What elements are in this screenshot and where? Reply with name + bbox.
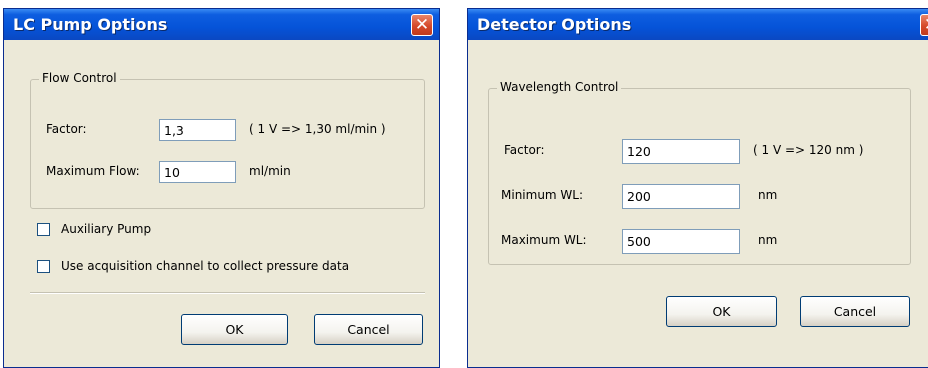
lc-pump-title: LC Pump Options [13,15,168,34]
max-flow-label: Maximum Flow: [46,164,140,178]
lc-factor-hint: ( 1 V => 1,30 ml/min ) [249,122,386,136]
lc-pump-options-dialog: LC Pump Options ✕ Flow Control Factor: (… [3,8,440,368]
detector-options-dialog: Detector Options ✕ Wavelength Control Fa… [467,8,928,368]
lc-factor-label: Factor: [46,122,87,136]
detector-close-button[interactable]: ✕ [920,14,928,36]
lc-pump-cancel-button[interactable]: Cancel [314,314,423,345]
lc-pump-separator [30,292,425,294]
max-flow-input[interactable] [159,161,236,183]
max-wl-unit: nm [758,233,778,247]
lc-pump-ok-button[interactable]: OK [181,314,288,345]
flow-control-group: Flow Control [30,71,425,209]
detector-title-bar[interactable]: Detector Options ✕ [468,9,928,40]
acquisition-channel-checkbox[interactable] [37,260,50,273]
wavelength-control-group-label: Wavelength Control [497,80,622,94]
lc-factor-input[interactable] [159,119,236,141]
min-wl-input[interactable] [622,184,740,209]
lc-pump-close-button[interactable]: ✕ [411,14,433,36]
min-wl-unit: nm [758,188,778,202]
auxiliary-pump-label: Auxiliary Pump [61,222,152,236]
max-flow-unit: ml/min [249,164,291,178]
detector-title: Detector Options [477,15,632,34]
lc-pump-title-bar[interactable]: LC Pump Options ✕ [4,9,439,40]
max-wl-input[interactable] [622,229,740,254]
flow-control-group-label: Flow Control [39,71,120,85]
max-wl-label: Maximum WL: [501,233,587,247]
det-factor-label: Factor: [504,143,545,157]
det-factor-input[interactable] [622,139,740,164]
detector-cancel-button[interactable]: Cancel [800,296,910,327]
det-factor-hint: ( 1 V => 120 nm ) [753,143,864,157]
detector-ok-button[interactable]: OK [666,296,777,327]
acquisition-channel-label: Use acquisition channel to collect press… [61,259,350,273]
close-icon: ✕ [414,14,430,35]
auxiliary-pump-checkbox[interactable] [37,223,50,236]
close-icon: ✕ [924,16,928,34]
min-wl-label: Minimum WL: [501,188,584,202]
